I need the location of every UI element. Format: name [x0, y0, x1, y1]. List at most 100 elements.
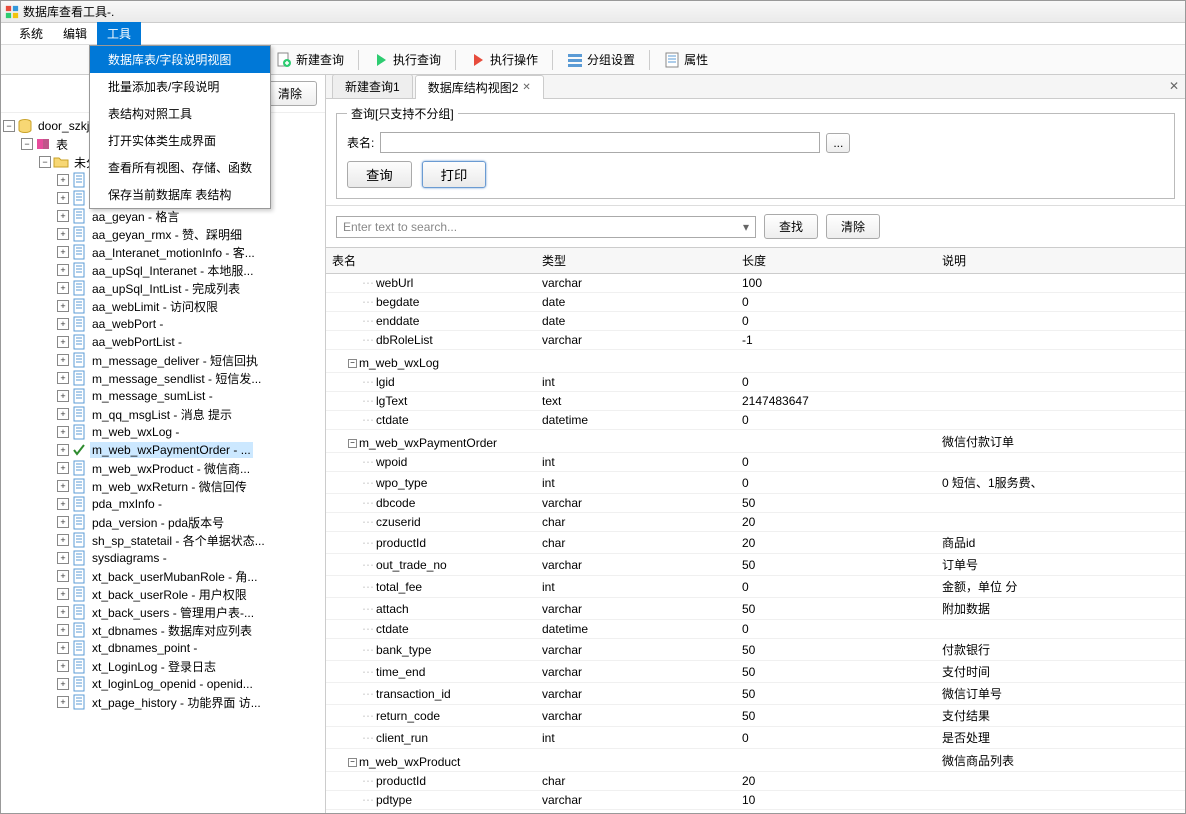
grid-field-row[interactable]: ⋯productIdchar20商品id: [326, 532, 1185, 554]
browse-button[interactable]: ...: [826, 133, 850, 153]
tree-table-item[interactable]: +m_web_wxProduct - 微信商...: [3, 459, 323, 477]
grid-field-row[interactable]: ⋯total_feeint0金额，单位 分: [326, 576, 1185, 598]
grid-field-row[interactable]: ⋯attachvarchar50附加数据: [326, 598, 1185, 620]
tree-table-item[interactable]: +aa_webPort -: [3, 315, 323, 333]
tree-table-item[interactable]: +m_message_sumList -: [3, 387, 323, 405]
expander-icon[interactable]: −: [39, 156, 51, 168]
find-button[interactable]: 查找: [764, 214, 818, 239]
grid-field-row[interactable]: ⋯lgTexttext2147483647: [326, 392, 1185, 411]
tree-table-item[interactable]: +m_qq_msgList - 消息 提示: [3, 405, 323, 423]
tree-table-item[interactable]: +aa_upSql_Interanet - 本地服...: [3, 261, 323, 279]
expander-icon[interactable]: +: [57, 624, 69, 636]
tab-query1[interactable]: 新建查询1: [332, 74, 413, 98]
tree-table-item[interactable]: +aa_Interanet_motionInfo - 客...: [3, 243, 323, 261]
tabs-close-all[interactable]: ✕: [1169, 79, 1179, 93]
col-type[interactable]: 类型: [536, 248, 736, 274]
tree-table-item[interactable]: +aa_geyan_rmx - 赞、踩明细: [3, 225, 323, 243]
grid-field-row[interactable]: ⋯wpo_typeint00 短信、1服务费、: [326, 472, 1185, 494]
menu-tools[interactable]: 工具: [97, 22, 141, 45]
grid-group-row[interactable]: − m_web_wxProduct微信商品列表: [326, 749, 1185, 772]
tree-table-item[interactable]: +m_web_wxPaymentOrder - ...: [3, 441, 323, 459]
collapse-icon[interactable]: −: [348, 439, 357, 448]
tree-table-item[interactable]: +xt_LoginLog - 登录日志: [3, 657, 323, 675]
menu-item-view-all-views[interactable]: 查看所有视图、存储、函数: [90, 154, 270, 181]
expander-icon[interactable]: +: [57, 210, 69, 222]
expander-icon[interactable]: +: [57, 372, 69, 384]
expander-icon[interactable]: +: [57, 696, 69, 708]
expander-icon[interactable]: +: [57, 552, 69, 564]
grid-field-row[interactable]: ⋯lgidint0: [326, 373, 1185, 392]
grid-field-row[interactable]: ⋯pdNamevarchar100: [326, 810, 1185, 814]
menu-item-struct-compare[interactable]: 表结构对照工具: [90, 100, 270, 127]
tree-table-item[interactable]: +pda_mxInfo -: [3, 495, 323, 513]
grid-field-row[interactable]: ⋯czuseridchar20: [326, 513, 1185, 532]
expander-icon[interactable]: +: [57, 300, 69, 312]
grid-field-row[interactable]: ⋯client_runint0是否处理: [326, 727, 1185, 749]
tree-table-item[interactable]: +m_message_deliver - 短信回执: [3, 351, 323, 369]
grid-field-row[interactable]: ⋯productIdchar20: [326, 772, 1185, 791]
expander-icon[interactable]: +: [57, 354, 69, 366]
group-settings-button[interactable]: 分组设置: [561, 49, 641, 70]
grid-field-row[interactable]: ⋯transaction_idvarchar50微信订单号: [326, 683, 1185, 705]
tree-table-item[interactable]: +xt_dbnames_point -: [3, 639, 323, 657]
expander-icon[interactable]: +: [57, 408, 69, 420]
grid-field-row[interactable]: ⋯webUrlvarchar100: [326, 274, 1185, 293]
grid-group-row[interactable]: − m_web_wxPaymentOrder微信付款订单: [326, 430, 1185, 453]
expander-icon[interactable]: +: [57, 606, 69, 618]
expander-icon[interactable]: +: [57, 282, 69, 294]
tree-table-item[interactable]: +sh_sp_statetail - 各个单据状态...: [3, 531, 323, 549]
menu-system[interactable]: 系统: [9, 22, 53, 45]
table-name-input[interactable]: [380, 132, 820, 153]
dropdown-icon[interactable]: ▾: [743, 220, 749, 234]
tree-table-item[interactable]: +sysdiagrams -: [3, 549, 323, 567]
grid-field-row[interactable]: ⋯pdtypevarchar10: [326, 791, 1185, 810]
grid-field-row[interactable]: ⋯ctdatedatetime0: [326, 411, 1185, 430]
menu-edit[interactable]: 编辑: [53, 22, 97, 45]
grid-field-row[interactable]: ⋯dbRoleListvarchar-1: [326, 331, 1185, 350]
tree-table-item[interactable]: +m_web_wxReturn - 微信回传: [3, 477, 323, 495]
col-desc[interactable]: 说明: [936, 248, 1185, 274]
expander-icon[interactable]: +: [57, 534, 69, 546]
tree-table-item[interactable]: +xt_back_userMubanRole - 角...: [3, 567, 323, 585]
expander-icon[interactable]: +: [57, 570, 69, 582]
expander-icon[interactable]: +: [57, 264, 69, 276]
expander-icon[interactable]: +: [57, 228, 69, 240]
expander-icon[interactable]: +: [57, 588, 69, 600]
expander-icon[interactable]: +: [57, 246, 69, 258]
clear-search-button[interactable]: 清除: [826, 214, 880, 239]
expander-icon[interactable]: +: [57, 480, 69, 492]
expander-icon[interactable]: +: [57, 462, 69, 474]
tab-struct-view2[interactable]: 数据库结构视图2✕: [415, 75, 544, 99]
menu-item-entity-gen[interactable]: 打开实体类生成界面: [90, 127, 270, 154]
result-grid[interactable]: 表名 类型 长度 说明 ⋯webUrlvarchar100⋯begdatedat…: [326, 247, 1185, 813]
tree-table-item[interactable]: +m_web_wxLog -: [3, 423, 323, 441]
tree-table-item[interactable]: +xt_page_history - 功能界面 访...: [3, 693, 323, 711]
exec-query-button[interactable]: 执行查询: [367, 49, 447, 70]
expander-icon[interactable]: −: [3, 120, 15, 132]
col-name[interactable]: 表名: [326, 248, 536, 274]
expander-icon[interactable]: +: [57, 498, 69, 510]
tree-table-item[interactable]: +pda_version - pda版本号: [3, 513, 323, 531]
tree-table-item[interactable]: +xt_back_users - 管理用户表-...: [3, 603, 323, 621]
expander-icon[interactable]: +: [57, 192, 69, 204]
tree-table-item[interactable]: +aa_upSql_IntList - 完成列表: [3, 279, 323, 297]
grid-field-row[interactable]: ⋯bank_typevarchar50付款银行: [326, 639, 1185, 661]
tree-table-item[interactable]: +m_message_sendlist - 短信发...: [3, 369, 323, 387]
grid-field-row[interactable]: ⋯return_codevarchar50支付结果: [326, 705, 1185, 727]
expander-icon[interactable]: +: [57, 318, 69, 330]
tree-table-item[interactable]: +xt_dbnames - 数据库对应列表: [3, 621, 323, 639]
expander-icon[interactable]: +: [57, 444, 69, 456]
tree-table-item[interactable]: +aa_geyan - 格言: [3, 207, 323, 225]
menu-item-save-db-struct[interactable]: 保存当前数据库 表结构: [90, 181, 270, 208]
grid-group-row[interactable]: − m_web_wxLog: [326, 350, 1185, 373]
expander-icon[interactable]: +: [57, 336, 69, 348]
new-query-button[interactable]: 新建查询: [270, 49, 350, 70]
grid-field-row[interactable]: ⋯time_endvarchar50支付时间: [326, 661, 1185, 683]
expander-icon[interactable]: −: [21, 138, 33, 150]
tree-table-item[interactable]: +aa_webLimit - 访问权限: [3, 297, 323, 315]
grid-field-row[interactable]: ⋯ctdatedatetime0: [326, 620, 1185, 639]
grid-field-row[interactable]: ⋯out_trade_novarchar50订单号: [326, 554, 1185, 576]
expander-icon[interactable]: +: [57, 390, 69, 402]
menu-item-batch-add-desc[interactable]: 批量添加表/字段说明: [90, 73, 270, 100]
expander-icon[interactable]: +: [57, 426, 69, 438]
